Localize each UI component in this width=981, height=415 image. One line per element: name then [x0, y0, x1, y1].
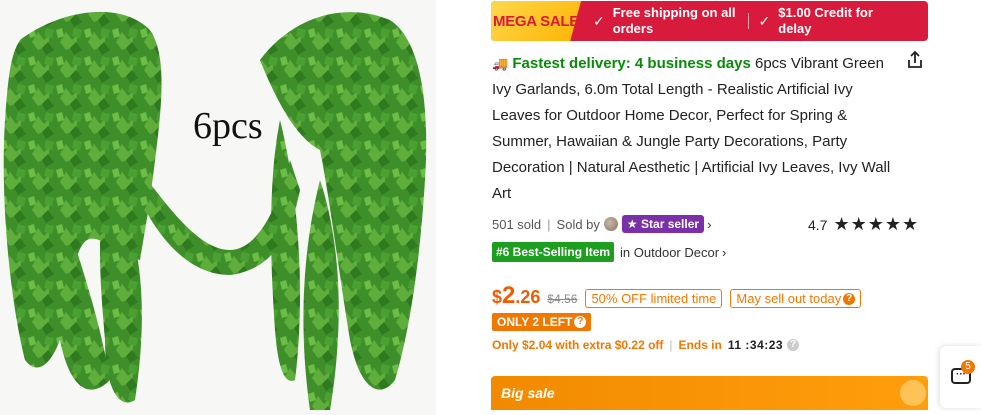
truck-icon: 🚚 — [492, 56, 509, 71]
decoration-circle — [900, 380, 926, 406]
star-seller-label: Star seller — [641, 217, 700, 231]
ivy-garland-illustration — [0, 0, 436, 415]
chevron-right-icon: › — [722, 244, 727, 260]
extra-discount-text: Only $2.04 with extra $0.22 off — [492, 338, 664, 352]
credit-promo: ✓ $1.00 Credit for delay — [759, 5, 873, 37]
bestseller-row[interactable]: #6 Best-Selling Item in Outdoor Decor › — [492, 242, 726, 262]
sold-count: 501 sold — [492, 216, 542, 232]
free-shipping-line2: orders — [612, 21, 654, 36]
free-shipping-line1: Free shipping on all — [612, 5, 736, 20]
big-sale-bar[interactable]: Big sale — [491, 376, 928, 410]
stock-label: ONLY 2 LEFT — [497, 315, 573, 329]
promo-banner[interactable]: MEGA SALE ✓ Free shipping on all orders … — [491, 1, 928, 41]
extra-discount-row: Only $2.04 with extra $0.22 off | Ends i… — [492, 338, 800, 352]
promo-divider — [747, 13, 749, 29]
share-icon[interactable] — [904, 49, 926, 71]
delivery-info: 🚚 Fastest delivery: 4 business days — [492, 55, 751, 72]
ends-in-label: Ends in — [678, 338, 722, 352]
free-shipping-promo: ✓ Free shipping on all orders — [593, 5, 736, 37]
stock-badge[interactable]: ONLY 2 LEFT ? — [492, 313, 592, 331]
sell-out-label: May sell out today — [736, 291, 842, 306]
divider: | — [547, 216, 551, 232]
title-text: 6pcs Vibrant Green Ivy Garlands, 6.0m To… — [492, 55, 891, 202]
seller-avatar[interactable] — [603, 217, 618, 231]
current-price: $2.26 — [492, 282, 541, 309]
credit-line1: $1.00 Credit for — [778, 5, 873, 20]
sold-by-label: Sold by — [556, 216, 600, 232]
chevron-right-icon[interactable]: › — [707, 217, 711, 232]
question-icon: ? — [843, 292, 856, 305]
star-rating-icon: ★★★★★ — [833, 214, 920, 234]
star-seller-badge[interactable]: ★ Star seller — [621, 215, 705, 233]
product-image[interactable]: 6pcs — [0, 0, 436, 415]
bestseller-category: in Outdoor Decor — [620, 244, 720, 260]
rating-value: 4.7 — [808, 216, 828, 233]
check-icon: ✓ — [593, 13, 605, 29]
original-price: $4.56 — [547, 292, 578, 306]
rating[interactable]: 4.7 ★★★★★ — [808, 214, 919, 235]
image-caption: 6pcs — [193, 105, 263, 147]
seller-row: 501 sold | Sold by ★ Star seller › — [492, 213, 711, 235]
delivery-text: Fastest delivery: 4 business days — [512, 55, 751, 72]
product-page: 6pcs MEGA SALE ✓ Free shipping on all or… — [0, 0, 981, 415]
check-icon: ✓ — [758, 13, 771, 29]
bestseller-badge: #6 Best-Selling Item — [492, 242, 615, 262]
question-icon: ? — [574, 316, 587, 328]
credit-line2: delay — [778, 21, 812, 36]
discount-tag: 50% OFF limited time — [585, 289, 723, 308]
sell-out-tag[interactable]: May sell out today? — [730, 289, 862, 308]
price-row: $2.26 $4.56 50% OFF limited time May sel… — [492, 282, 862, 310]
chat-button[interactable]: ··· 5 — [940, 346, 981, 408]
countdown-timer: 11 :34:23 — [727, 338, 784, 352]
mega-sale-badge: MEGA SALE — [491, 1, 581, 41]
chat-badge: 5 — [961, 360, 975, 374]
divider: | — [669, 338, 673, 352]
big-sale-label: Big sale — [501, 385, 555, 401]
info-icon[interactable]: ? — [787, 339, 800, 351]
product-title: 🚚 Fastest delivery: 4 business days 6pcs… — [492, 51, 902, 207]
